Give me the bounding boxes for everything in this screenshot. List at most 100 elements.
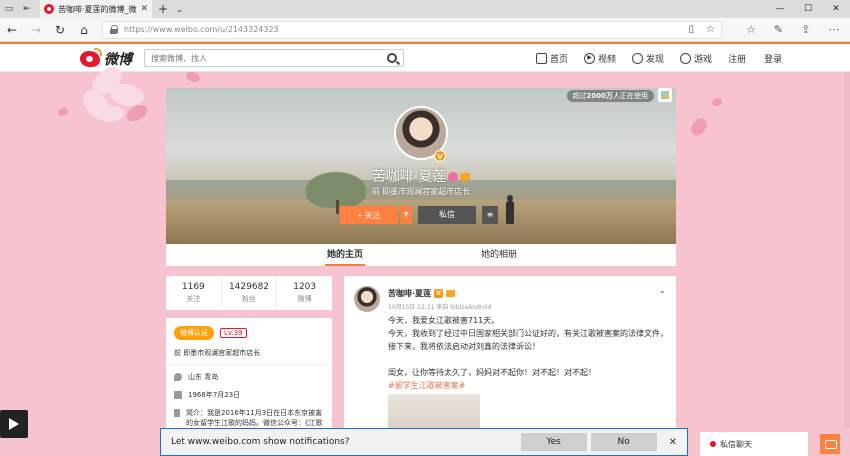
new-tab-icon[interactable]: + xyxy=(158,2,168,16)
url-domain: https://www.weibo.com xyxy=(124,25,218,34)
page-scrollbar[interactable] xyxy=(844,72,850,428)
back-icon[interactable]: ← xyxy=(0,23,24,37)
lock-icon xyxy=(109,25,118,34)
more-menu-icon[interactable]: ≡ xyxy=(482,206,498,224)
tab-album[interactable]: 她的相册 xyxy=(422,244,576,266)
forward-icon[interactable]: → xyxy=(24,23,48,37)
chevron-down-icon[interactable]: ⌄ xyxy=(176,5,183,14)
nav-discover-label: 发现 xyxy=(646,54,665,65)
maximize-icon[interactable]: ☐ xyxy=(794,0,822,18)
video-icon: ▶ xyxy=(584,52,596,64)
profile-tabs: 她的主页 她的相册 xyxy=(166,244,676,266)
stat-followers-num: 1429682 xyxy=(228,282,270,292)
close-tab-icon[interactable]: ✕ xyxy=(140,4,148,14)
compass-icon xyxy=(632,52,644,64)
chat-label: 私信聊天 xyxy=(720,439,752,449)
reading-view-icon[interactable]: ▯ xyxy=(689,24,695,35)
browser-tab-bar: ▭ ⇤ 苦咖啡·夏莲的微博_微博 ✕ + ⌄ — ☐ ✕ xyxy=(0,0,850,18)
location-text: 山东 青岛 xyxy=(188,373,219,381)
home-browser-icon[interactable]: ⌂ xyxy=(72,23,96,37)
search-input[interactable] xyxy=(151,53,387,63)
cover-figure xyxy=(506,195,514,224)
profile-tags: 微博认证 Lv.39 xyxy=(174,326,247,340)
decorative-petal xyxy=(687,115,711,139)
verified-tag[interactable]: 微博认证 xyxy=(174,326,214,340)
register-link[interactable]: 注册 xyxy=(728,52,746,65)
video-play-icon[interactable] xyxy=(0,410,28,438)
post-avatar[interactable] xyxy=(354,286,380,312)
refresh-icon[interactable]: ↻ xyxy=(48,23,72,37)
level-tag[interactable]: Lv.39 xyxy=(220,328,247,338)
weibo-logo[interactable]: 微博 xyxy=(80,48,132,69)
post-line: 接下来，我将依法启动对刘鑫的法律诉讼！ xyxy=(388,342,540,351)
post-author-row: 苦咖啡·夏莲 V xyxy=(388,288,456,299)
login-link[interactable]: 登录 xyxy=(764,52,782,65)
stat-followers-label: 粉丝 xyxy=(242,295,256,303)
weibo-eye-icon xyxy=(80,48,102,67)
chevron-down-icon[interactable]: ⌄ xyxy=(658,286,666,296)
share-icon[interactable]: ⇪ xyxy=(801,23,810,36)
browser-toolbar: ☆ ✎ ⇪ ⋯ xyxy=(746,23,839,36)
post-line: 今天，我爱女江歌被害711天。 xyxy=(388,316,500,325)
info-birthday: 1968年7月23日 xyxy=(174,390,240,400)
more-icon[interactable]: ⋯ xyxy=(828,23,839,36)
stat-posts[interactable]: 1203 微博 xyxy=(277,276,332,310)
chat-bubble-icon[interactable] xyxy=(820,434,840,454)
favorite-star-icon[interactable]: ☆ xyxy=(706,24,715,35)
female-icon xyxy=(448,172,459,182)
stat-following-label: 关注 xyxy=(186,295,201,303)
search-icon[interactable] xyxy=(387,53,397,63)
minimize-icon[interactable]: — xyxy=(766,0,794,18)
browser-tab-weibo[interactable]: 苦咖啡·夏莲的微博_微博 ✕ xyxy=(40,0,152,18)
window-controls: — ☐ ✕ xyxy=(766,0,850,18)
stat-followers[interactable]: 1429682 粉丝 xyxy=(222,276,278,310)
close-window-icon[interactable]: ✕ xyxy=(822,0,850,18)
home-icon xyxy=(536,52,547,64)
url-path: /u/2143324323 xyxy=(217,25,279,34)
post-line xyxy=(388,353,668,366)
skin-icon[interactable] xyxy=(658,88,672,102)
nav-video[interactable]: ▶ 视频 xyxy=(584,52,616,65)
stat-following[interactable]: 1169 关注 xyxy=(166,276,222,310)
logo-text: 微博 xyxy=(104,52,132,68)
stat-posts-label: 微博 xyxy=(297,295,312,303)
verified-icon: V xyxy=(434,150,446,162)
profile-cover: 超过2000万人正在使用 V 苦咖啡·夏莲 前 即墨市观澜宫家超市店长 + 关注… xyxy=(166,88,676,244)
favorites-hub-icon[interactable]: ☆ xyxy=(746,23,756,36)
set-aside-tabs-icon[interactable]: ⇤ xyxy=(18,0,36,18)
bio-icon xyxy=(174,409,180,417)
close-icon[interactable]: ✕ xyxy=(669,437,677,448)
profile-name: 苦咖啡·夏莲 xyxy=(371,169,447,185)
nav-home[interactable]: 首页 xyxy=(536,52,568,65)
post-author[interactable]: 苦咖啡·夏莲 xyxy=(388,288,431,299)
chat-dot-icon xyxy=(710,441,716,447)
post-line: 闺女，让你等待太久了，妈妈对不起你！对不起！对不起！ xyxy=(388,368,596,377)
post-line: 今天，我收到了经过中日国家相关部门公证好的，有关江歌被害案的法律文件， xyxy=(388,329,668,338)
url-actions: ▯ ☆ xyxy=(689,24,715,35)
allow-button[interactable]: Yes xyxy=(520,433,587,451)
post-hashtag[interactable]: #留学生江歌被害案# xyxy=(388,379,668,392)
deny-button[interactable]: No xyxy=(590,433,657,451)
verified-icon: V xyxy=(434,289,444,298)
live-users-badge: 超过2000万人正在使用 xyxy=(566,90,654,102)
follow-button[interactable]: + 关注 xyxy=(340,206,398,224)
weibo-favicon-icon xyxy=(44,4,54,14)
nav-game-label: 游戏 xyxy=(694,54,713,65)
decorative-petal xyxy=(58,108,68,116)
profile-info-card: 微博认证 Lv.39 前 即墨市观澜宫家超市店长 山东 青岛 1968年7月23… xyxy=(166,318,332,437)
top-nav: 首页 ▶ 视频 发现 游戏 注册 登录 xyxy=(536,44,800,72)
url-field[interactable]: https://www.weibo.com/u/2143324323 ▯ ☆ xyxy=(102,20,722,39)
profile-description: 前 即墨市观澜宫家超市店长 xyxy=(371,187,471,196)
nav-discover[interactable]: 发现 xyxy=(632,52,664,65)
nav-home-label: 首页 xyxy=(550,54,569,65)
info-intro: 前 即墨市观澜宫家超市店长 xyxy=(174,349,261,357)
nav-game[interactable]: 游戏 xyxy=(680,52,712,65)
private-chat[interactable]: 私信聊天 xyxy=(700,432,808,456)
info-location: 山东 青岛 xyxy=(174,372,218,382)
follow-dropdown-button[interactable]: ▼ xyxy=(400,206,412,224)
tab-home[interactable]: 她的主页 xyxy=(268,244,422,266)
pen-icon[interactable]: ✎ xyxy=(774,23,783,36)
tab-list-icon[interactable]: ▭ xyxy=(0,0,18,18)
message-button[interactable]: 私信 xyxy=(418,206,476,224)
live-badge-post: 人正在使用 xyxy=(613,92,648,100)
